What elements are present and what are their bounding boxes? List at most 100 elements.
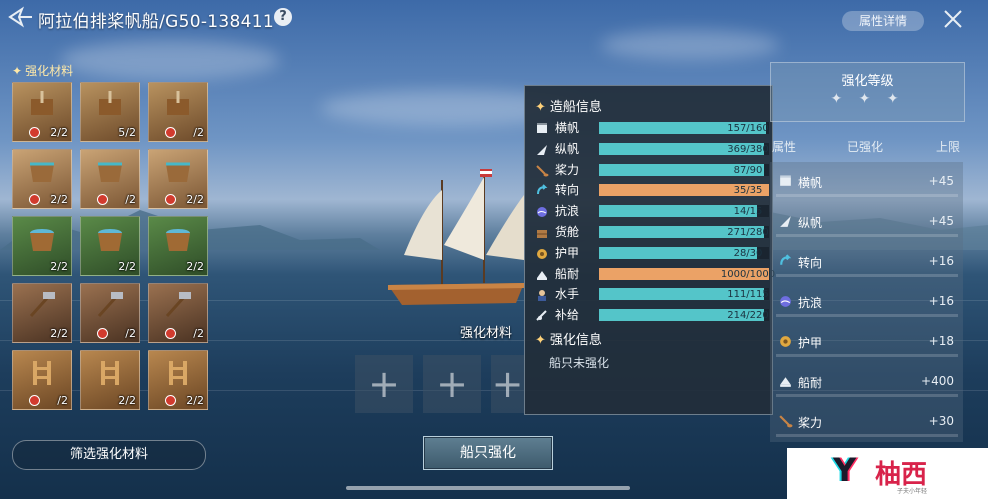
locked-badge-icon xyxy=(165,127,176,138)
material-tile[interactable]: /2 xyxy=(148,82,208,142)
enhance-attr-row: 船耐 +400 xyxy=(776,372,958,397)
material-count: 2/2 xyxy=(50,193,68,206)
enhance-attr-limit: +16 xyxy=(928,294,954,308)
stat-bar: 35/35 xyxy=(599,184,769,197)
home-indicator[interactable] xyxy=(346,486,630,490)
enhance-attr-limit: +400 xyxy=(921,374,954,388)
stat-name: 货舱 xyxy=(555,225,580,239)
stat-name: 船耐 xyxy=(555,266,580,281)
material-item-icon xyxy=(163,223,193,253)
stat-row: 船耐 1000/1000 xyxy=(535,266,775,281)
turn-icon xyxy=(778,254,793,269)
material-tile[interactable]: 2/2 xyxy=(80,216,140,276)
material-tile[interactable]: 2/2 xyxy=(12,283,72,343)
locked-badge-icon xyxy=(29,395,40,406)
oar-icon xyxy=(778,414,793,429)
stat-row: 货舱 271/280 xyxy=(535,225,769,239)
enhance-attr-progress-track xyxy=(776,314,958,317)
enhance-attr-row: 护甲 +18 xyxy=(776,332,958,357)
stat-row: 抗浪 14/15 xyxy=(535,204,769,219)
sail-square-icon xyxy=(535,121,549,135)
locked-badge-icon xyxy=(29,127,40,138)
material-item-icon xyxy=(163,156,193,186)
filter-materials-button[interactable]: 筛选强化材料 xyxy=(12,440,206,470)
stat-bar: 214/220 xyxy=(599,309,769,322)
material-item-icon xyxy=(163,357,193,387)
stat-bar: 271/280 xyxy=(599,226,769,238)
stat-row: 桨力 87/90 xyxy=(535,162,769,177)
material-item-icon xyxy=(95,223,125,253)
material-count: /2 xyxy=(125,327,136,340)
enhance-attr-limit: +16 xyxy=(928,254,954,268)
ship-enhance-button[interactable]: 船只强化 xyxy=(423,436,553,470)
material-slot[interactable]: + xyxy=(355,355,413,413)
material-count: 2/2 xyxy=(50,260,68,273)
enhance-attr-row: 横帆 +45 xyxy=(776,172,958,197)
material-tile[interactable]: /2 xyxy=(80,149,140,209)
ship-info-title-text: 造船信息 xyxy=(549,100,602,115)
enhance-attr-progress-track xyxy=(776,194,958,197)
stat-name: 转向 xyxy=(555,183,580,198)
plus-icon: + xyxy=(368,362,400,406)
material-tile[interactable]: 2/2 xyxy=(80,350,140,410)
material-tile[interactable]: /2 xyxy=(80,283,140,343)
column-enhanced: 已强化 xyxy=(847,140,884,154)
stat-row: 纵帆 369/380 xyxy=(535,142,769,156)
oar-icon xyxy=(535,163,549,177)
column-limit: 上限 xyxy=(936,140,961,154)
stat-name: 补给 xyxy=(555,308,580,323)
enhance-attr-name: 护甲 xyxy=(798,336,823,350)
locked-badge-icon xyxy=(29,194,40,205)
material-item-icon xyxy=(95,156,125,186)
material-item-icon xyxy=(27,89,57,119)
material-tile[interactable]: 2/2 xyxy=(12,82,72,142)
enhance-attr-row: 桨力 +30 xyxy=(776,412,958,437)
material-count: /2 xyxy=(57,394,68,407)
material-slot[interactable]: + xyxy=(423,355,481,413)
stat-bar: 28/30 xyxy=(599,246,769,259)
material-tile[interactable]: 2/2 xyxy=(148,216,208,276)
material-tile[interactable]: 2/2 xyxy=(148,350,208,410)
material-count: 2/2 xyxy=(118,260,136,273)
material-item-icon xyxy=(27,357,57,387)
level-stars: ✦ ✦ ✦ xyxy=(830,91,905,107)
cargo-icon xyxy=(535,225,549,239)
close-icon[interactable] xyxy=(941,7,965,31)
material-count: /2 xyxy=(193,327,204,340)
stat-bar: 14/15 xyxy=(599,205,769,218)
stat-name: 桨力 xyxy=(555,162,580,177)
armor-icon xyxy=(535,246,549,260)
stat-row: 水手 111/115 xyxy=(535,287,769,302)
enhance-attribute-list: 横帆 +45 纵帆 +45 转向 +16 抗浪 +16 护甲 +18 船耐 +400 桨力 +30 xyxy=(770,162,963,442)
sail-fore-aft-icon xyxy=(535,142,549,156)
material-tile[interactable]: /2 xyxy=(148,283,208,343)
durability-icon xyxy=(535,267,549,281)
wave-icon xyxy=(778,294,793,309)
stat-name: 抗浪 xyxy=(555,204,580,219)
material-item-icon xyxy=(27,290,57,320)
material-slot[interactable]: + xyxy=(491,355,524,413)
material-tile[interactable]: 2/2 xyxy=(148,149,208,209)
material-tile[interactable]: 2/2 xyxy=(12,149,72,209)
plus-icon: + xyxy=(491,362,524,406)
enhance-attr-name: 船耐 xyxy=(798,376,823,390)
material-item-icon xyxy=(95,357,125,387)
material-count: 2/2 xyxy=(50,327,68,340)
material-tile[interactable]: /2 xyxy=(12,350,72,410)
material-tile[interactable]: 5/2 xyxy=(80,82,140,142)
attribute-detail-button[interactable]: 属性详情 xyxy=(842,11,924,31)
material-count: 2/2 xyxy=(186,394,204,407)
material-count: 2/2 xyxy=(186,260,204,273)
enhance-attr-name: 纵帆 xyxy=(798,216,823,230)
material-item-icon xyxy=(163,290,193,320)
sail-fore-aft-icon xyxy=(778,214,793,229)
watermark-logo: Y xyxy=(833,451,857,489)
material-tile[interactable]: 2/2 xyxy=(12,216,72,276)
ship-model xyxy=(388,169,524,305)
help-icon[interactable]: ? xyxy=(274,8,292,26)
material-count: 5/2 xyxy=(118,126,136,139)
back-arrow-icon[interactable] xyxy=(8,6,34,28)
material-item-icon xyxy=(95,290,125,320)
material-item-icon xyxy=(27,223,57,253)
plus-icon: + xyxy=(436,362,468,406)
